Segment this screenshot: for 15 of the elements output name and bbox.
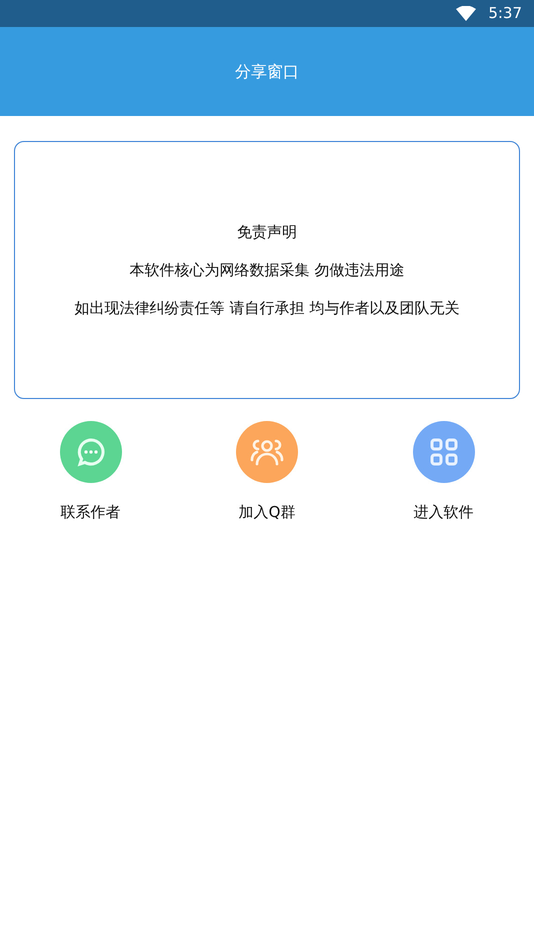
wifi-icon — [456, 6, 476, 21]
notice-text: 如出现法律纠纷责任等 请自行承担 均与作者以及团队无关 — [74, 298, 460, 318]
action-button[interactable]: 联系作者 — [28, 421, 153, 524]
people-icon — [249, 438, 285, 466]
action-label: 加入Q群 — [238, 502, 296, 523]
action-label: 进入软件 — [414, 502, 474, 523]
action-button[interactable]: 加入Q群 — [204, 421, 330, 524]
notice-text: 本软件核心为网络数据采集 勿做违法用途 — [130, 260, 404, 280]
notice-text: 免责声明 — [237, 222, 297, 242]
grid-icon — [428, 437, 458, 467]
action-button[interactable]: 进入软件 — [381, 421, 506, 524]
chat-bubble-icon — [76, 437, 106, 467]
status-time: 5:37 — [488, 3, 522, 24]
action-label: 联系作者 — [60, 502, 120, 523]
header-title: 分享窗口 — [235, 60, 299, 82]
